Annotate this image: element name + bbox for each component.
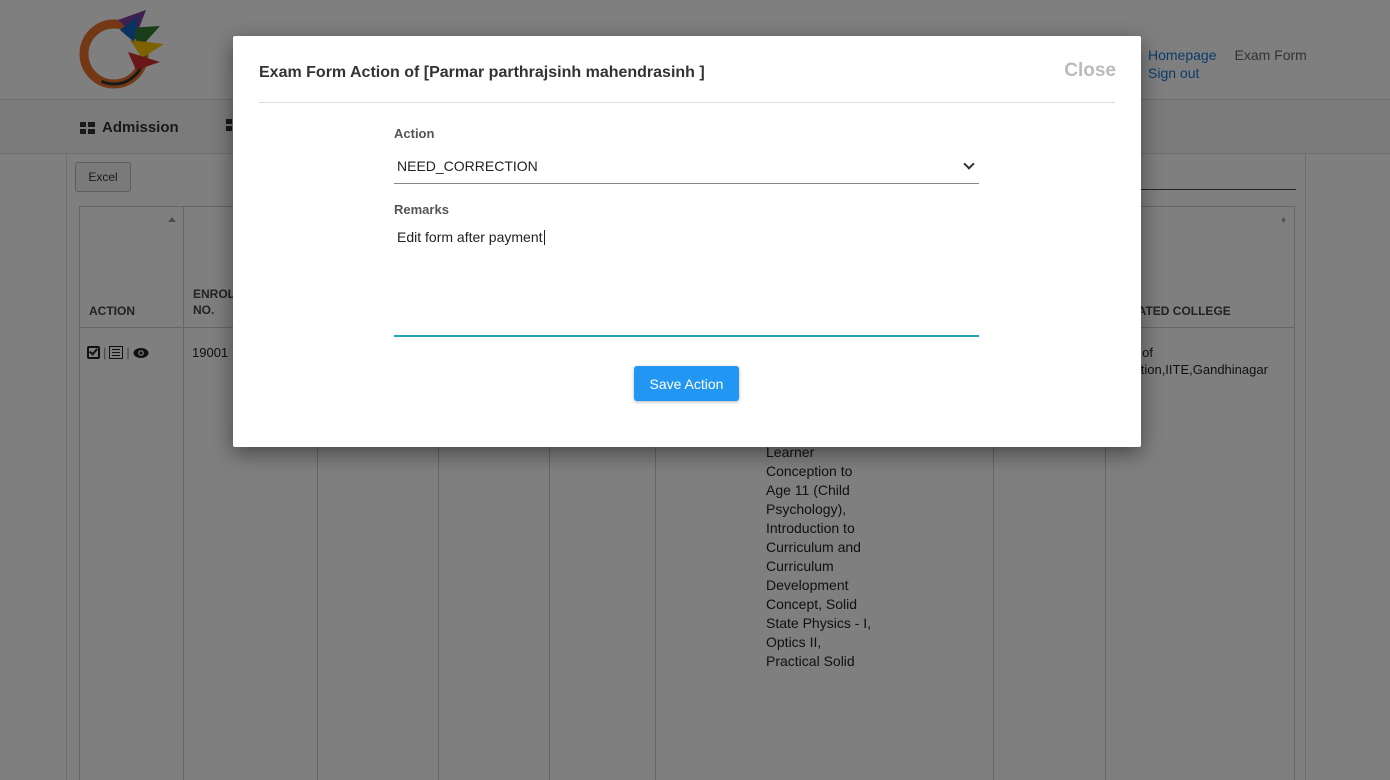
remarks-label: Remarks: [394, 202, 449, 217]
save-action-button[interactable]: Save Action: [634, 366, 739, 401]
chevron-down-icon: [963, 157, 975, 170]
remarks-text: Edit form after payment: [397, 229, 543, 245]
action-label: Action: [394, 126, 435, 141]
modal-title: Exam Form Action of [Parmar parthrajsinh…: [259, 64, 705, 81]
action-select[interactable]: NEED_CORRECTION: [394, 148, 979, 184]
action-select-value: NEED_CORRECTION: [397, 157, 538, 174]
exam-form-action-modal: Exam Form Action of [Parmar parthrajsinh…: [233, 36, 1141, 447]
remarks-textarea[interactable]: Edit form after payment: [394, 222, 979, 337]
close-button[interactable]: Close: [1064, 60, 1116, 82]
text-caret: [543, 230, 545, 245]
modal-divider: [259, 102, 1115, 103]
